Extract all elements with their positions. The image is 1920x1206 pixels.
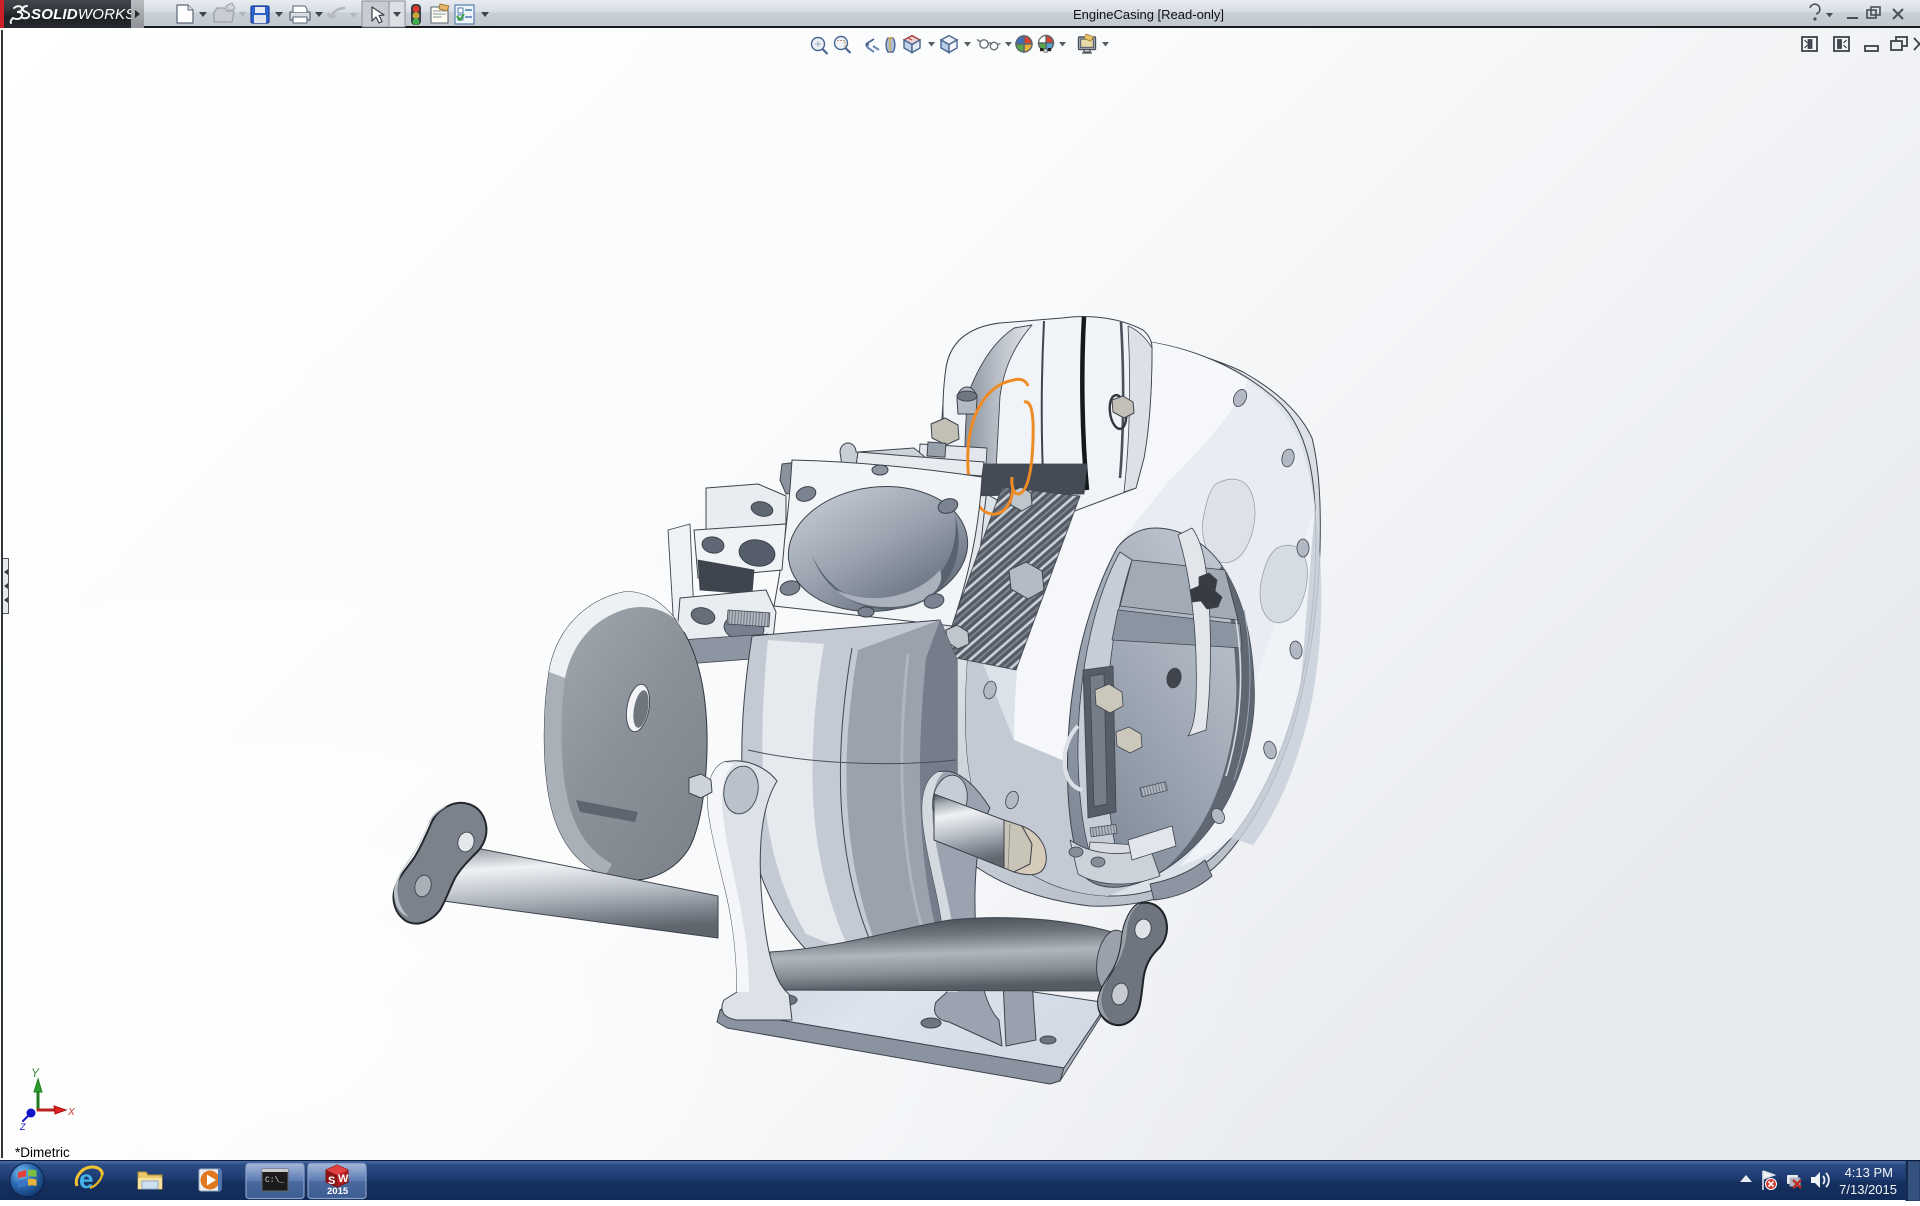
svg-text:Z: Z	[19, 1122, 26, 1132]
svg-text:4:13 PM: 4:13 PM	[1845, 1165, 1893, 1180]
svg-text:2015: 2015	[327, 1186, 349, 1197]
svg-text:Y: Y	[31, 1066, 40, 1080]
svg-text:C:\_: C:\_	[265, 1176, 284, 1185]
svg-text:X: X	[67, 1107, 75, 1118]
svg-text:W: W	[338, 1173, 349, 1185]
svg-text:7/13/2015: 7/13/2015	[1839, 1182, 1897, 1197]
